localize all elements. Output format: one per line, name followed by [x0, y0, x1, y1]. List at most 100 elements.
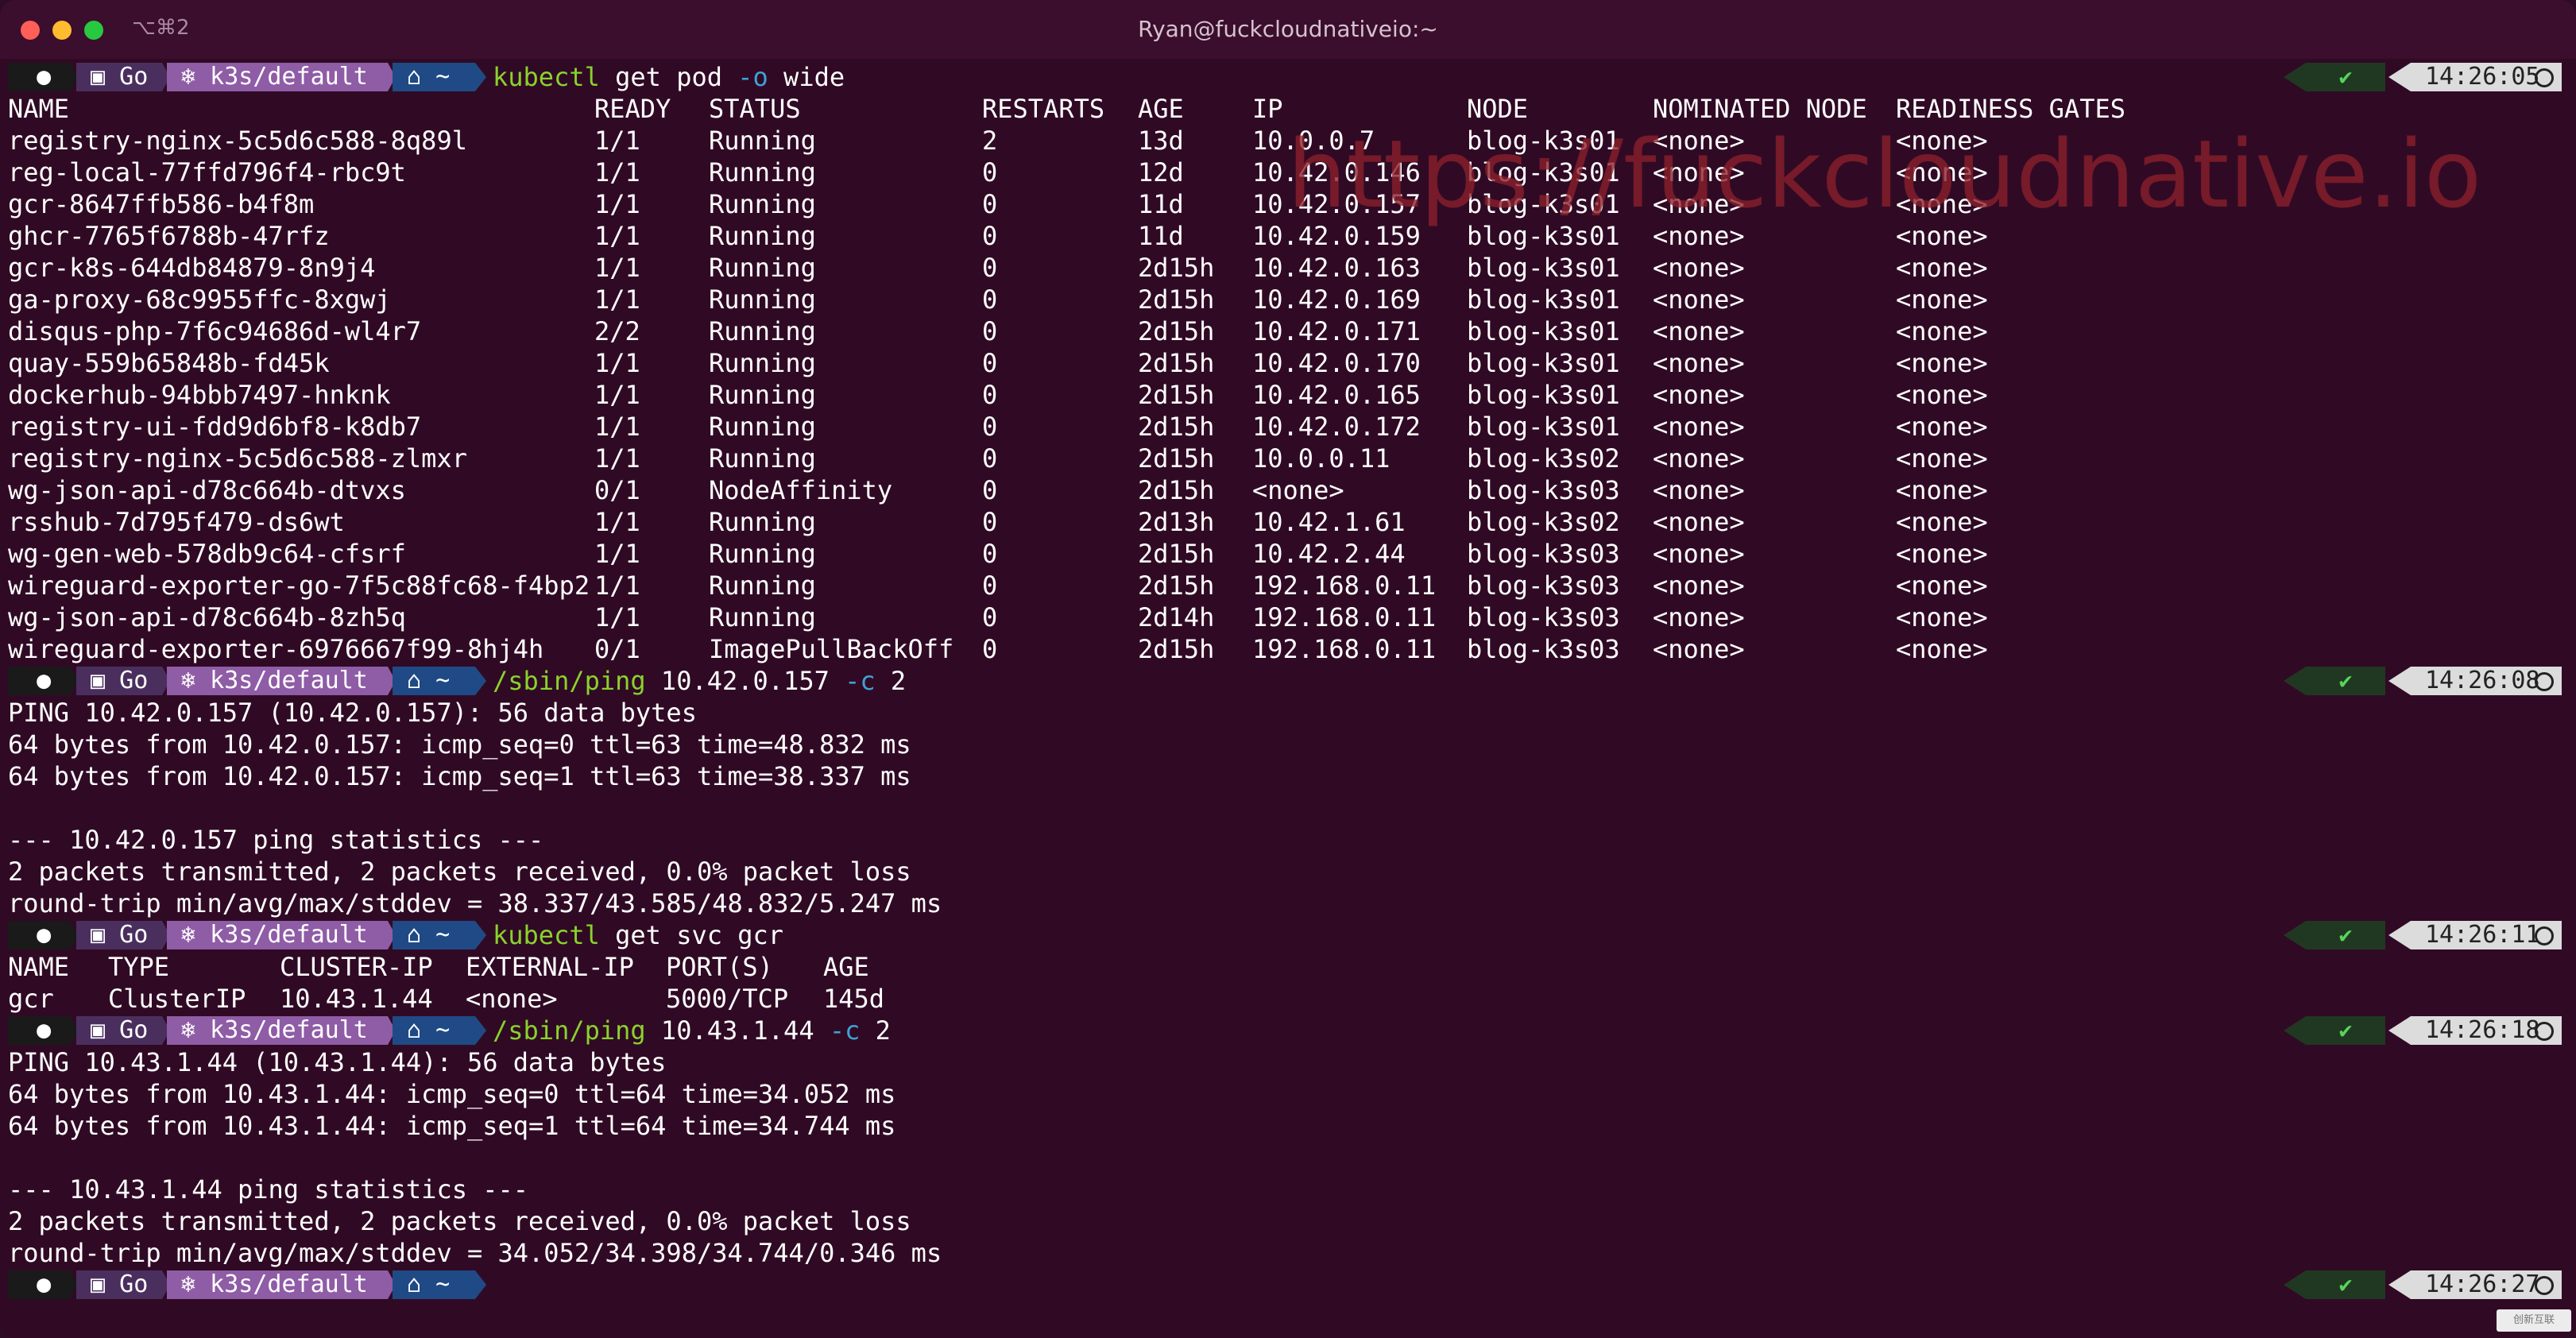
table-cell: 10.42.0.172 [1252, 412, 1421, 442]
table-row: registry-ui-fdd9d6bf8-k8db7 1/1 Running 0 2d… [8, 411, 2576, 443]
table-cell: 12d [1138, 157, 1184, 188]
table-cell: <none> [1896, 507, 1988, 537]
table-row: dockerhub-94bbb7497-hnknk 1/1 Running 0 2d15… [8, 379, 2576, 411]
table-cell: 10.42.2.44 [1252, 539, 1406, 569]
command-text[interactable]: /sbin/ping 10.43.1.44 -c 2 [493, 1015, 891, 1046]
table-cell: NodeAffinity [709, 475, 893, 505]
table-cell: <none> [1653, 221, 1745, 251]
shell-prompt: ● ▣ Go ❄ k3s/default ⌂ ~ kubectl get pod … [8, 61, 1994, 93]
table-cell: registry-nginx-5c5d6c588-8q89l [8, 126, 467, 156]
command-binary: /sbin/ping [493, 1015, 646, 1046]
table-cell: 0 [982, 602, 998, 632]
table-cell: 1/1 [594, 221, 640, 251]
table-row: wg-json-api-d78c664b-8zh5q 1/1 Running 0 2d1… [8, 601, 2576, 633]
column-header: CLUSTER-IP [280, 952, 433, 982]
table-row: wireguard-exporter-go-7f5c88fc68-f4bp2 1/… [8, 570, 2576, 601]
table-cell: wg-json-api-d78c664b-8zh5q [8, 602, 406, 632]
segment-arrow [2388, 63, 2411, 91]
command-text[interactable]: /sbin/ping 10.42.0.157 -c 2 [493, 665, 906, 697]
table-cell: 5000/TCP [666, 984, 789, 1014]
table-cell: 2d15h [1138, 253, 1215, 283]
table-cell: gcr-8647ffb586-b4f8m [8, 189, 315, 219]
table-cell: 2d15h [1138, 443, 1215, 474]
table-cell: Running [709, 253, 816, 283]
table-cell: 0 [982, 348, 998, 378]
terminal-content[interactable]: ● ▣ Go ❄ k3s/default ⌂ ~ kubectl get pod … [8, 61, 2576, 1301]
table-cell: 10.42.0.159 [1252, 221, 1421, 251]
timestamp: 14:26:08 [2411, 667, 2562, 695]
table-cell: wireguard-exporter-6976667f99-8hj4h [8, 634, 544, 664]
table-cell: <none> [1896, 284, 1988, 315]
command-binary: kubectl [493, 920, 600, 950]
command-args: 10.42.0.157 [645, 666, 845, 696]
clock-icon [2535, 672, 2554, 691]
command-args: get pod [599, 62, 738, 92]
table-cell: wg-gen-web-578db9c64-cfsrf [8, 539, 406, 569]
command-args: get svc gcr [599, 920, 784, 950]
table-cell: 10.42.0.146 [1252, 157, 1421, 188]
table-cell: 0 [982, 443, 998, 474]
output-line: 2 packets transmitted, 2 packets receive… [8, 1206, 911, 1236]
command-binary: /sbin/ping [493, 666, 646, 696]
segment-arrow [2284, 1270, 2306, 1299]
table-cell: 11d [1138, 221, 1184, 251]
check-icon: ✔ [2306, 921, 2385, 949]
table-cell: <none> [1896, 412, 1988, 442]
check-icon: ✔ [2306, 1270, 2385, 1299]
table-cell: 2d15h [1138, 412, 1215, 442]
table-cell: blog-k3s01 [1467, 348, 1620, 378]
apple-icon: ● [8, 1016, 70, 1045]
apple-icon: ● [8, 1270, 70, 1299]
table-cell: blog-k3s02 [1467, 507, 1620, 537]
table-cell: reg-local-77ffd796f4-rbc9t [8, 157, 406, 188]
table-row: gcr-k8s-644db84879-8n9j4 1/1 Running 0 2d15h… [8, 252, 2576, 284]
table-cell: <none> [1896, 126, 1988, 156]
table-cell: 0 [982, 316, 998, 346]
table-cell: <none> [1896, 475, 1988, 505]
table-row: rsshub-7d795f479-ds6wt 1/1 Running 0 2d13h 10… [8, 506, 2576, 538]
table-header: NAME READY STATUS RESTARTS AGE IP NODE NOMINATE… [8, 93, 2576, 125]
table-cell: blog-k3s01 [1467, 189, 1620, 219]
table-row: ga-proxy-68c9955ffc-8xgwj 1/1 Running 0 2d15… [8, 284, 2576, 315]
timestamp: 14:26:27 [2411, 1270, 2562, 1299]
table-cell: Running [709, 348, 816, 378]
table-cell: <none> [1896, 443, 1988, 474]
segment-arrow [2388, 921, 2411, 949]
prompt-status: ✔ 14:26:27 [2284, 1270, 2562, 1299]
apple-icon: ● [8, 63, 70, 91]
column-header: STATUS [709, 94, 801, 124]
output-line: round-trip min/avg/max/stddev = 38.337/4… [8, 888, 942, 918]
command-text[interactable]: kubectl get svc gcr [493, 919, 783, 951]
column-header: PORT(S) [666, 952, 773, 982]
table-cell: wg-json-api-d78c664b-dtvxs [8, 475, 406, 505]
column-header: AGE [823, 952, 869, 982]
table-cell: Running [709, 284, 816, 315]
table-row: reg-local-77ffd796f4-rbc9t 1/1 Running 0 12d… [8, 157, 2576, 188]
clock-icon [2535, 1276, 2554, 1295]
column-header: NAME [8, 94, 70, 124]
table-cell: 10.43.1.44 [280, 984, 433, 1014]
prompt-line: ● ▣ Go ❄ k3s/default ⌂ ~ kubectl get svc … [8, 919, 2576, 951]
table-cell: blog-k3s01 [1467, 380, 1620, 410]
table-cell: <none> [1896, 634, 1988, 664]
table-cell: <none> [1653, 507, 1745, 537]
command-text[interactable]: kubectl get pod -o wide [493, 61, 845, 93]
table-cell: <none> [1653, 284, 1745, 315]
k8s-context-segment: ❄ k3s/default [167, 921, 388, 949]
column-header: NODE [1467, 94, 1529, 124]
column-header: IP [1252, 94, 1283, 124]
k8s-context-segment: ❄ k3s/default [167, 63, 388, 91]
table-cell: 11d [1138, 189, 1184, 219]
prompt-line: ● ▣ Go ❄ k3s/default ⌂ ~ ✔ 14:26:27 [8, 1269, 2576, 1301]
table-cell: blog-k3s03 [1467, 634, 1620, 664]
command-binary: kubectl [493, 62, 600, 92]
table-cell: 0/1 [594, 634, 640, 664]
title-bar[interactable]: ⌥⌘2 Ryan@fuckcloudnativeio:~ [0, 0, 2576, 59]
corner-logo: 创新互联 [2497, 1309, 2571, 1332]
home-dir-segment: ⌂ ~ [393, 667, 475, 695]
segment-arrow [475, 667, 486, 695]
command-args: 10.43.1.44 [645, 1015, 830, 1046]
prompt-status: ✔ 14:26:11 [2284, 921, 2562, 949]
table-cell: 192.168.0.11 [1252, 602, 1437, 632]
apple-icon: ● [8, 667, 70, 695]
